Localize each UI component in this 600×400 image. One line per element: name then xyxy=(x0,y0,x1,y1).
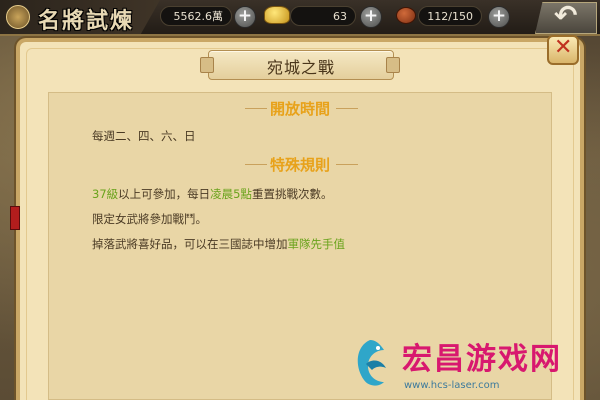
dialog-title: 宛城之戰 xyxy=(266,58,335,77)
back-button[interactable]: ↶ xyxy=(535,2,597,34)
emblem-icon xyxy=(6,5,30,29)
open-days-text: 每週二、四、六、日 xyxy=(92,129,196,143)
add-currency-button[interactable]: + xyxy=(234,6,256,28)
gold-ingot-icon xyxy=(264,6,290,24)
initiative-bonus: 軍隊先手值 xyxy=(287,237,346,251)
divider xyxy=(336,164,358,165)
section-heading-special-rules: 特殊規則 xyxy=(0,154,600,175)
watermark-url[interactable]: www.hcs-laser.com xyxy=(404,380,499,391)
dialog-title-banner: 宛城之戰 xyxy=(208,50,394,80)
site-watermark: 宏昌游戏网 www.hcs-laser.com xyxy=(340,330,600,400)
dragon-logo-icon xyxy=(357,340,386,386)
close-icon: ✕ xyxy=(554,35,573,60)
rule-line-level: 37級以上可參加，每日凌晨5點重置挑戰次數。 xyxy=(92,187,333,201)
divider xyxy=(245,164,267,165)
close-button[interactable]: ✕ xyxy=(547,35,579,65)
top-bar: 名將試煉 5562.6萬 + 63 + 112/150 + ↶ xyxy=(0,0,600,36)
currency-value: 5562.6萬 xyxy=(160,6,232,26)
gold-value: 63 xyxy=(290,6,356,26)
section-heading-open-time: 開放時間 xyxy=(0,98,600,119)
add-stamina-button[interactable]: + xyxy=(488,6,510,28)
banner-left-cap xyxy=(200,57,214,73)
rule-line-female-generals: 限定女武將參加戰鬥。 xyxy=(92,212,207,226)
divider xyxy=(245,108,267,109)
level-requirement: 37級 xyxy=(92,187,119,201)
reset-time: 凌晨5點 xyxy=(210,187,252,201)
stamina-value: 112/150 xyxy=(418,6,482,26)
back-arrow-icon: ↶ xyxy=(554,0,578,32)
divider xyxy=(336,108,358,109)
banner-right-cap xyxy=(386,57,400,73)
rule-line-drops: 掉落武將喜好品，可以在三國誌中增加軍隊先手值 xyxy=(92,237,346,251)
watermark-name: 宏昌游戏网 xyxy=(402,342,562,377)
meat-icon xyxy=(396,7,416,24)
page-title: 名將試煉 xyxy=(38,8,135,34)
add-gold-button[interactable]: + xyxy=(360,6,382,28)
side-tab-marker xyxy=(10,206,20,230)
